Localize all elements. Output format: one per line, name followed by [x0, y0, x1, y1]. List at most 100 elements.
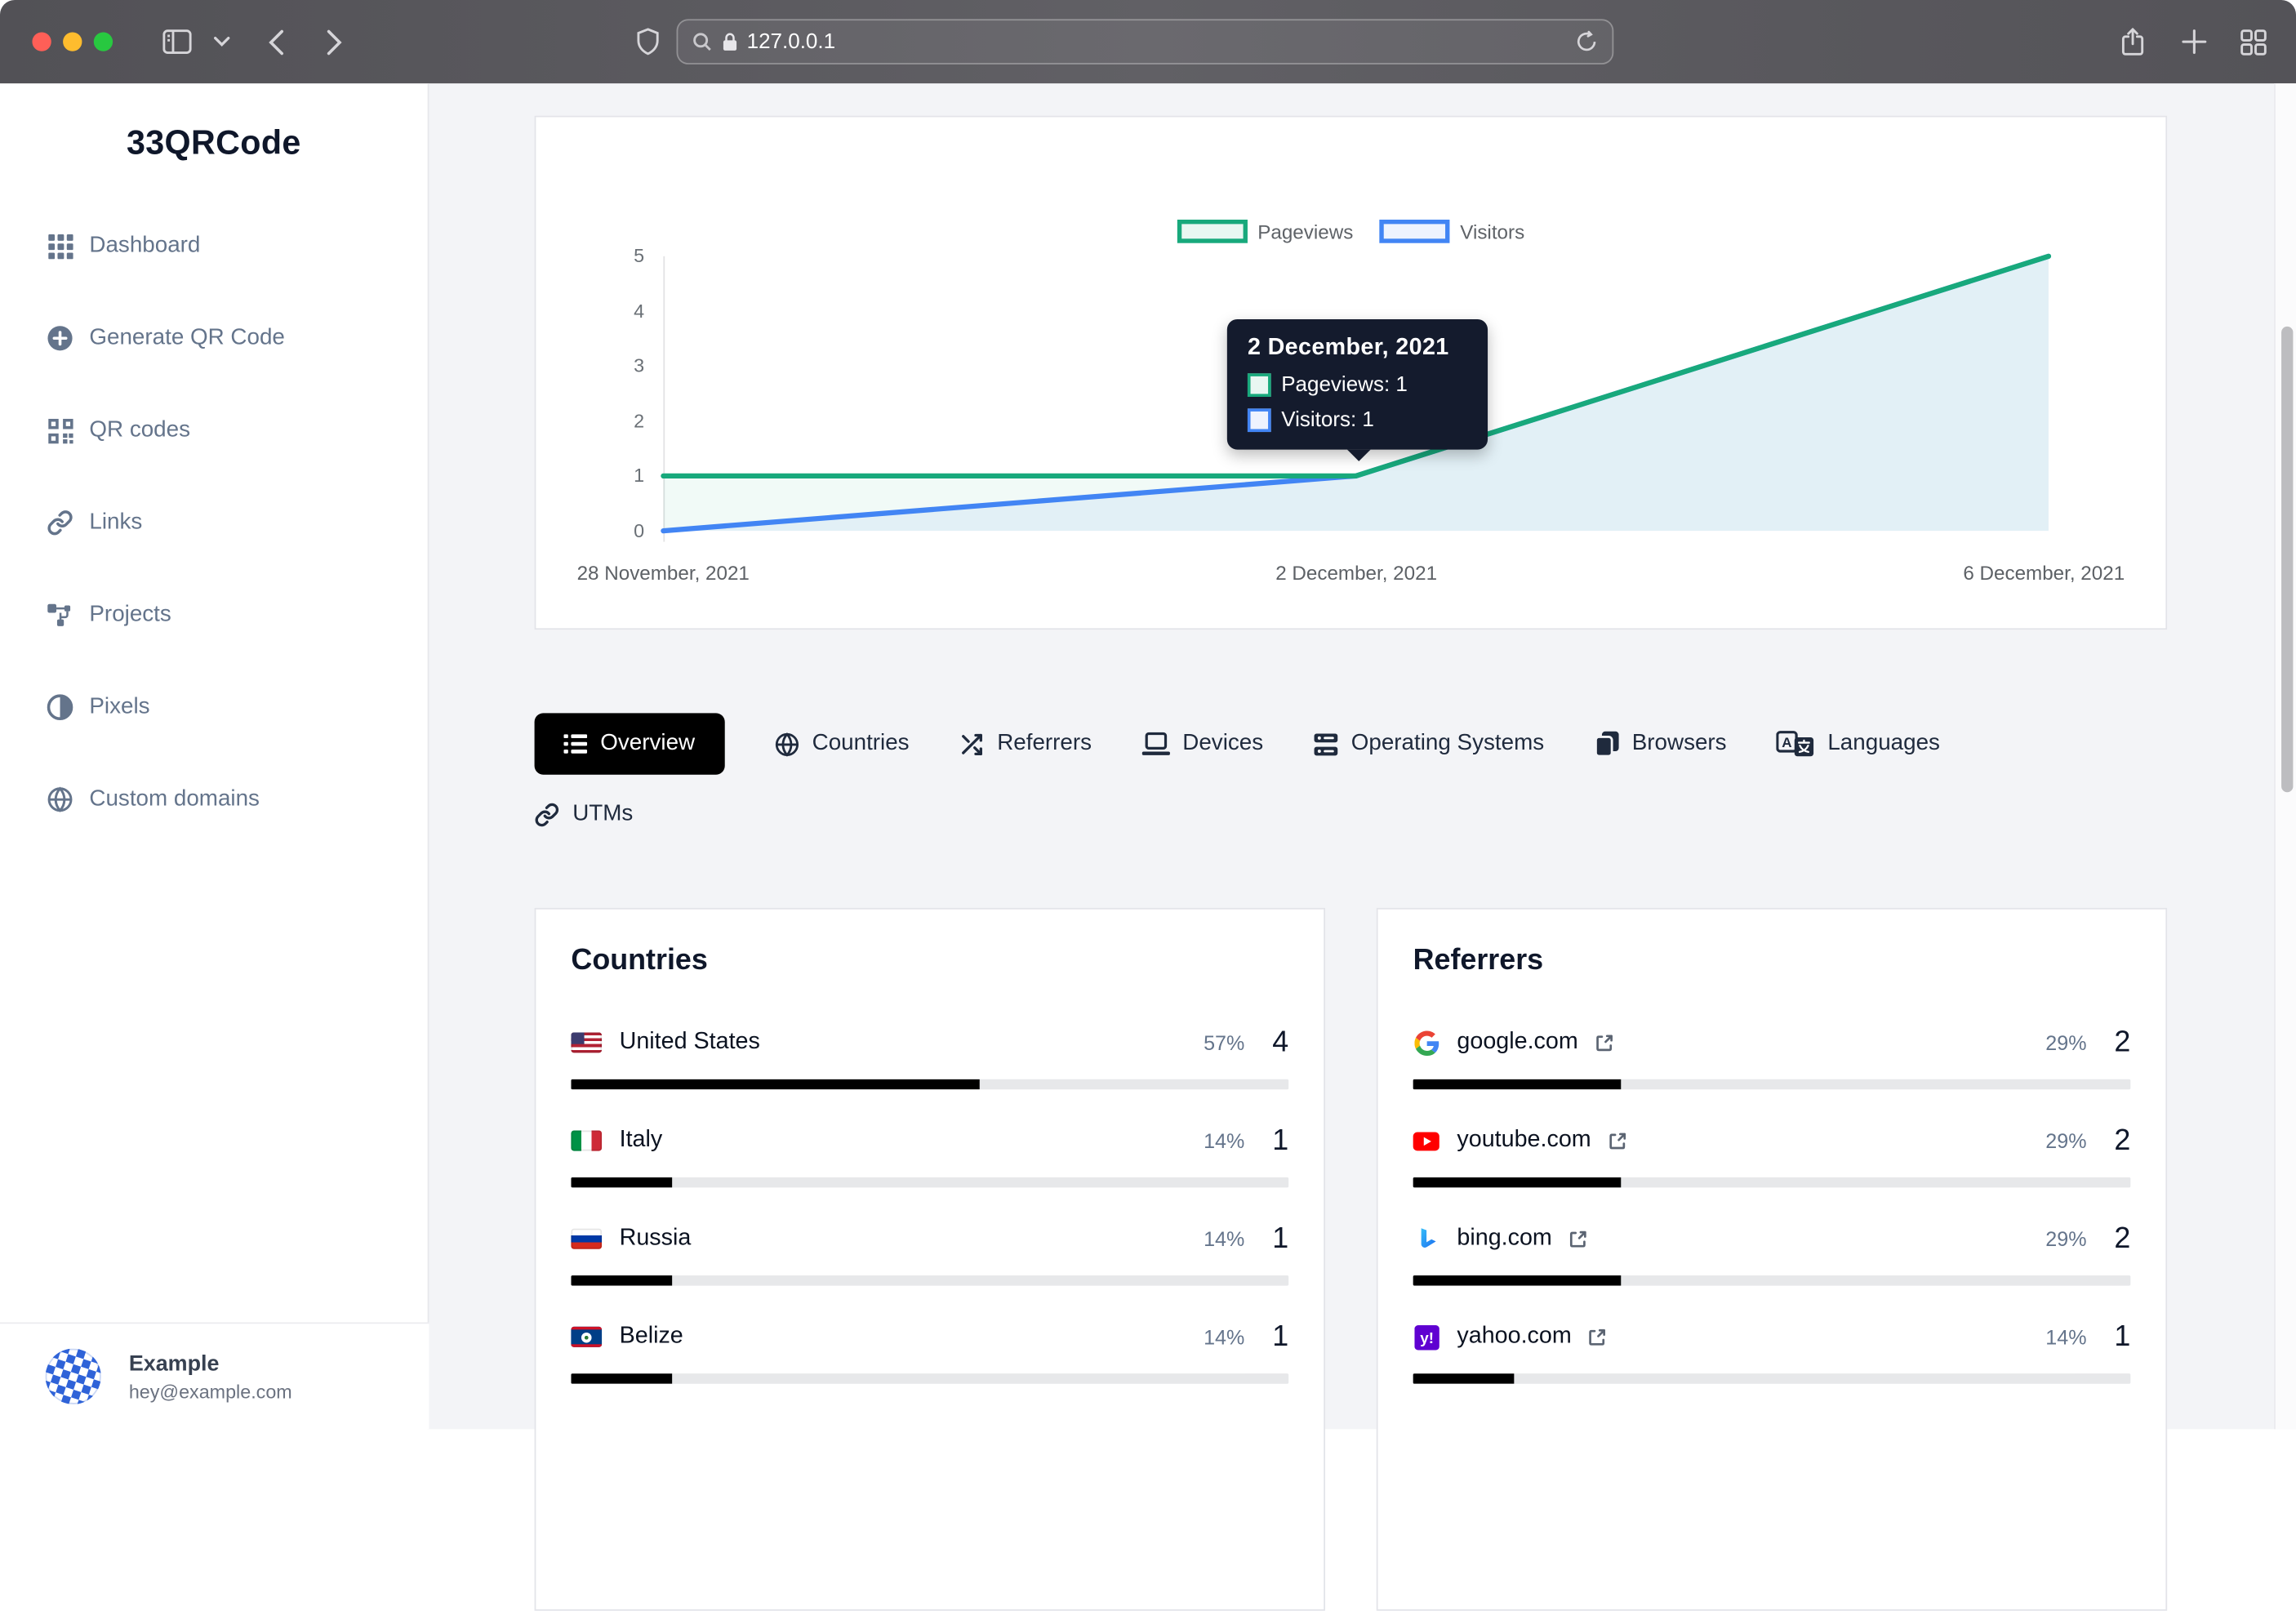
share-icon[interactable]	[2113, 0, 2151, 83]
analytics-chart-card: Pageviews Visitors 54 32 10 2 De	[535, 116, 2168, 630]
tab-utms[interactable]: UTMs	[535, 783, 634, 844]
sidebar-item-generate-qr[interactable]: Generate QR Code	[46, 306, 428, 371]
zoom-button[interactable]	[94, 32, 113, 51]
address-bar[interactable]: 127.0.0.1	[677, 19, 1614, 65]
new-tab-icon[interactable]	[2174, 0, 2213, 83]
progress-track	[1413, 1373, 2131, 1384]
tab-overview-icon[interactable]	[2235, 0, 2273, 83]
legend-item-pageviews[interactable]: Pageviews	[1177, 220, 1354, 243]
progress-fill	[571, 1275, 671, 1286]
server-icon	[1313, 732, 1337, 756]
referrer-link[interactable]: yahoo.com	[1457, 1324, 1571, 1350]
close-button[interactable]	[32, 32, 51, 51]
sidebar-item-qr-codes[interactable]: QR codes	[46, 398, 428, 463]
reload-icon[interactable]	[1576, 31, 1598, 53]
country-name: Belize	[620, 1324, 683, 1350]
referrers-panel: Referrers google.com 29% 2	[1377, 908, 2167, 1611]
bing-favicon	[1413, 1226, 1439, 1252]
scrollbar-thumb[interactable]	[2280, 327, 2292, 792]
sidebar-item-custom-domains[interactable]: Custom domains	[46, 768, 428, 832]
percent-value: 29%	[2045, 1227, 2086, 1251]
progress-fill	[1413, 1079, 1622, 1090]
plus-circle-icon	[46, 323, 75, 353]
sidebar-item-links[interactable]: Links	[46, 491, 428, 555]
qr-code-icon	[46, 416, 75, 445]
count-value: 1	[2110, 1320, 2130, 1354]
external-link-icon[interactable]	[1567, 1228, 1589, 1250]
percent-value: 29%	[2045, 1129, 2086, 1153]
tooltip-date: 2 December, 2021	[1248, 336, 1467, 362]
windows-icon	[1594, 731, 1618, 757]
percent-value: 14%	[2045, 1325, 2086, 1349]
referrer-link[interactable]: google.com	[1457, 1030, 1577, 1056]
sidebar-item-label: Pixels	[89, 694, 149, 720]
progress-track	[1413, 1079, 2131, 1090]
percent-value: 14%	[1204, 1227, 1244, 1251]
pageviews-swatch	[1177, 220, 1248, 243]
tab-countries[interactable]: Countries	[774, 713, 910, 774]
sidebar-item-label: Custom domains	[89, 786, 260, 812]
user-account[interactable]: Example hey@example.com	[0, 1322, 429, 1429]
tab-devices[interactable]: Devices	[1141, 713, 1263, 774]
legend-label: Pageviews	[1257, 220, 1353, 243]
sidebar-item-label: Projects	[89, 602, 171, 628]
country-row: United States 57% 4	[571, 1024, 1288, 1090]
globe-icon	[46, 785, 75, 814]
us-flag-icon	[571, 1032, 602, 1052]
sidebar-item-label: QR codes	[89, 417, 190, 443]
progress-track	[571, 1275, 1288, 1286]
sidebar-item-dashboard[interactable]: Dashboard	[46, 214, 428, 278]
progress-fill	[1413, 1177, 1622, 1188]
referrer-row: y! yahoo.com 14% 1	[1413, 1318, 2131, 1384]
project-nodes-icon	[46, 600, 75, 630]
forward-button[interactable]	[316, 0, 351, 83]
panel-title: Referrers	[1413, 945, 2131, 978]
referrer-link[interactable]: youtube.com	[1457, 1128, 1591, 1154]
sidebar-item-projects[interactable]: Projects	[46, 583, 428, 648]
brand-logo[interactable]: 33QRCode	[0, 123, 428, 162]
tooltip-row-pageviews: Pageviews: 1	[1248, 373, 1467, 397]
legend-label: Visitors	[1460, 220, 1524, 243]
user-email: hey@example.com	[129, 1380, 292, 1402]
chevron-down-icon[interactable]	[209, 0, 233, 83]
back-button[interactable]	[258, 0, 293, 83]
browser-window: 127.0.0.1 33QRCode	[0, 0, 2296, 1429]
external-link-icon[interactable]	[1586, 1326, 1609, 1348]
yahoo-favicon: y!	[1413, 1324, 1439, 1350]
progress-fill	[1413, 1275, 1622, 1286]
legend-item-visitors[interactable]: Visitors	[1380, 220, 1525, 243]
referrer-row: bing.com 29% 2	[1413, 1220, 2131, 1286]
country-row: Italy 14% 1	[571, 1122, 1288, 1188]
tab-referrers[interactable]: Referrers	[959, 713, 1092, 774]
lock-icon	[722, 32, 738, 51]
link-icon	[46, 508, 75, 537]
chart-tooltip: 2 December, 2021 Pageviews: 1 Visitors: …	[1227, 319, 1488, 450]
tab-operating-systems[interactable]: Operating Systems	[1313, 713, 1544, 774]
sidebar: 33QRCode Dashboard Generate QR Code	[0, 83, 429, 1429]
visitors-swatch	[1248, 408, 1271, 432]
sidebar-nav: Dashboard Generate QR Code QR codes	[0, 214, 428, 832]
globe-icon	[774, 732, 799, 756]
privacy-shield-icon[interactable]	[630, 0, 665, 83]
panel-title: Countries	[571, 945, 1288, 978]
tab-overview[interactable]: Overview	[535, 713, 724, 774]
tab-browsers[interactable]: Browsers	[1594, 713, 1726, 774]
count-value: 2	[2110, 1222, 2130, 1256]
avatar	[38, 1342, 109, 1412]
referrer-link[interactable]: bing.com	[1457, 1226, 1551, 1252]
country-name: Russia	[620, 1226, 692, 1252]
external-link-icon[interactable]	[1593, 1031, 1615, 1053]
progress-track	[571, 1373, 1288, 1384]
sidebar-item-pixels[interactable]: Pixels	[46, 675, 428, 740]
sidebar-item-label: Dashboard	[89, 233, 200, 259]
count-value: 2	[2110, 1026, 2130, 1059]
italy-flag-icon	[571, 1130, 602, 1150]
url-text: 127.0.0.1	[747, 30, 835, 54]
browser-toolbar: 127.0.0.1	[0, 0, 2296, 85]
external-link-icon[interactable]	[1606, 1130, 1628, 1152]
count-value: 4	[1268, 1026, 1288, 1059]
sidebar-toggle-icon[interactable]	[158, 0, 197, 83]
scrollbar-track[interactable]	[2274, 83, 2296, 1429]
minimize-button[interactable]	[63, 32, 82, 51]
tab-languages[interactable]: A Languages	[1777, 713, 1940, 774]
